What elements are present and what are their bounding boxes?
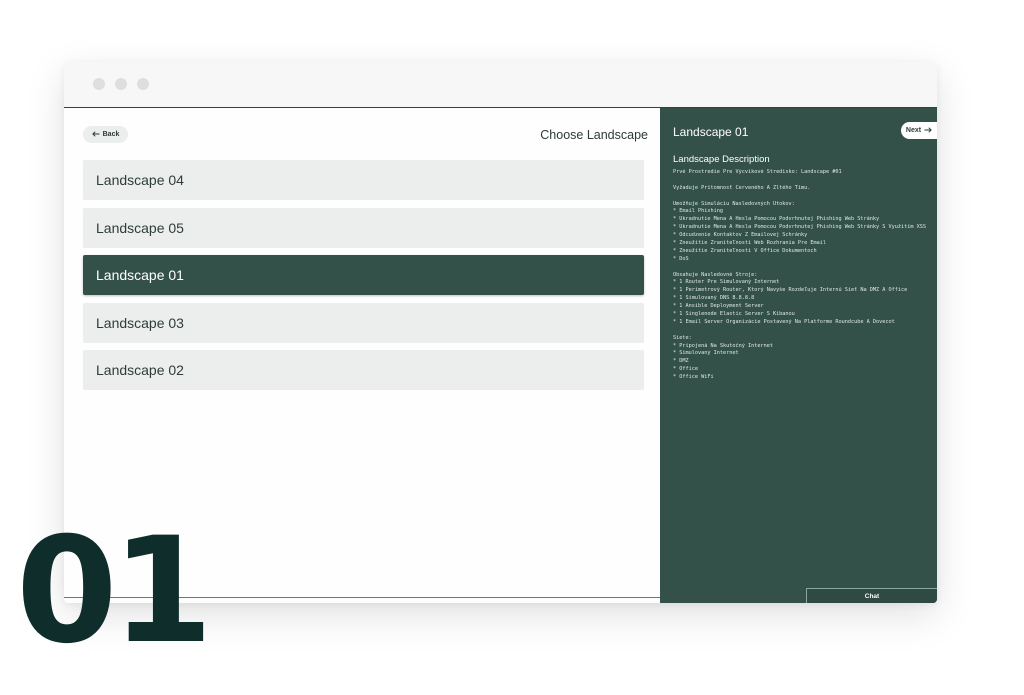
description-line: Obsahuje Nasledovné Stroje: — [673, 271, 758, 278]
window-titlebar — [64, 62, 937, 108]
description-line: * Zneužitie Zraniteľností Web Rozhrania … — [673, 240, 827, 247]
description-line: * Ukradnutie Mena A Hesla Pomocou Podvrh… — [673, 224, 926, 231]
next-button[interactable]: Next — [901, 122, 937, 139]
page-title: Choose Landscape — [540, 128, 648, 142]
landscape-item-01-selected[interactable]: Landscape 01 — [83, 255, 644, 295]
description-line: Umožňuje Simuláciu Nasledovných Útokov: — [673, 200, 795, 207]
landscape-item-label: Landscape 05 — [96, 219, 184, 236]
landscape-list: Landscape 04 Landscape 05 Landscape 01 L… — [83, 160, 644, 398]
landscape-item-05[interactable]: Landscape 05 — [83, 207, 644, 248]
description-body: Prvé Prostredie Pre Výcvikové Stredisko:… — [673, 169, 931, 382]
description-line: * Pripojená Na Skutočný Internet — [673, 342, 773, 349]
arrow-left-icon — [91, 130, 100, 139]
description-line: * 1 Simulovaný DNS 8.8.8.8 — [673, 295, 755, 302]
description-line: * Ukradnutie Mena A Hesla Pomocou Podvrh… — [673, 216, 880, 223]
landscape-detail-panel: Landscape 01 Next Landscape Description … — [660, 108, 937, 603]
landscape-item-label: Landscape 03 — [96, 314, 184, 331]
description-line: Prvé Prostredie Pre Výcvikové Stredisko:… — [673, 169, 842, 175]
description-line: * 1 Router Pre Simulovaný Internet — [673, 279, 780, 286]
window-minimize-dot[interactable] — [115, 78, 127, 90]
description-line: * 1 Perimetrový Router, Ktorý Navyše Roz… — [673, 287, 908, 294]
next-button-label: Next — [905, 127, 922, 134]
description-line: * Odcudzenie Kontaktov Z Emailovej Schrá… — [673, 232, 808, 239]
description-line — [673, 327, 931, 335]
window-close-dot[interactable] — [93, 78, 105, 90]
back-button-label: Back — [102, 131, 120, 138]
description-line: * Email Phishing — [673, 208, 723, 215]
chat-button[interactable]: Chat — [806, 588, 937, 603]
description-line: Vyžaduje Prítomnosť Červeného A Žltého T… — [673, 184, 811, 191]
description-heading: Landscape Description — [673, 154, 770, 165]
description-line: * Zneužitie Zraniteľností V Office Dokum… — [673, 247, 817, 254]
description-line: * Office — [673, 366, 698, 373]
landscape-item-03[interactable]: Landscape 03 — [83, 302, 644, 343]
description-line: * Office WiFi — [673, 374, 714, 381]
description-line: * Simulovaný Internet — [673, 350, 739, 357]
description-line: * 1 Singlenode Elastic Server S Kibanou — [673, 311, 795, 318]
description-line — [673, 264, 931, 272]
landscape-item-04[interactable]: Landscape 04 — [83, 160, 644, 200]
description-line: Siete: — [673, 334, 692, 341]
description-line: * 1 Ansible Deployment Server — [673, 303, 764, 310]
detail-title: Landscape 01 — [673, 125, 749, 139]
description-line — [673, 177, 931, 185]
description-line: * DMZ — [673, 358, 689, 365]
landscape-item-label: Landscape 02 — [96, 362, 184, 378]
description-line: * DoS — [673, 255, 689, 262]
landscape-item-02[interactable]: Landscape 02 — [83, 350, 644, 390]
landscape-item-label: Landscape 04 — [96, 172, 184, 188]
description-line — [673, 193, 931, 201]
arrow-right-icon — [924, 126, 932, 135]
description-line: * 1 Email Server Organizácie Postavený N… — [673, 318, 895, 325]
step-number: 01 — [16, 506, 213, 676]
chat-button-label: Chat — [864, 592, 880, 600]
landscape-item-label: Landscape 01 — [96, 267, 184, 283]
back-button[interactable]: Back — [83, 126, 128, 143]
window-maximize-dot[interactable] — [137, 78, 149, 90]
